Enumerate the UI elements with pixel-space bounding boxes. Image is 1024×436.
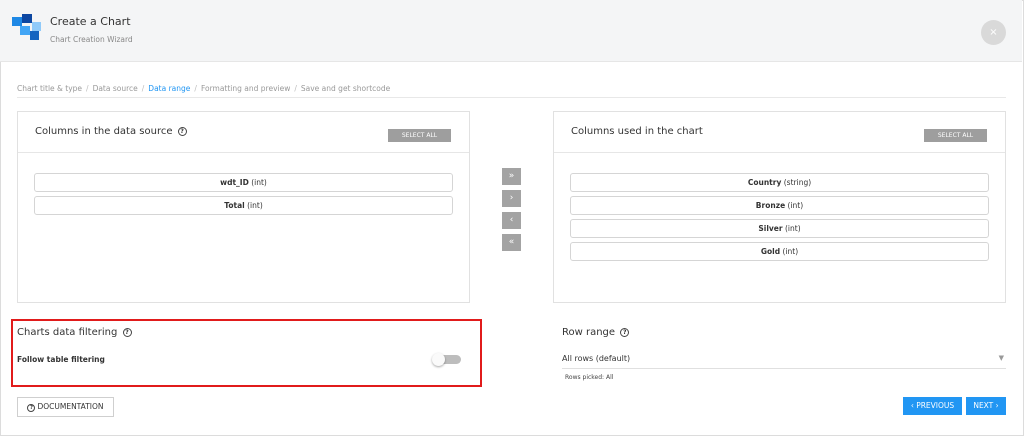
remove-column-button[interactable]: ‹ bbox=[502, 212, 521, 229]
breadcrumb-step-shortcode[interactable]: Save and get shortcode bbox=[301, 84, 390, 93]
breadcrumb-separator: / bbox=[141, 84, 145, 93]
remove-all-columns-button[interactable]: « bbox=[502, 234, 521, 251]
add-column-button[interactable]: › bbox=[502, 190, 521, 207]
toggle-knob bbox=[432, 353, 445, 366]
source-columns-list: wdt_ID (int) Total (int) bbox=[34, 173, 453, 219]
breadcrumb-separator: / bbox=[194, 84, 197, 93]
breadcrumb-step-data-source[interactable]: Data source bbox=[93, 84, 138, 93]
chart-columns-list: Country (string) Bronze (int) Silver (in… bbox=[570, 173, 989, 265]
source-columns-header: Columns in the data source ? SELECT ALL bbox=[18, 112, 469, 153]
chart-column-item[interactable]: Silver (int) bbox=[570, 219, 989, 238]
add-all-columns-button[interactable]: » bbox=[502, 168, 521, 185]
follow-table-filtering-label: Follow table filtering bbox=[17, 355, 105, 364]
wizard-header: Create a Chart Chart Creation Wizard × bbox=[0, 0, 1022, 62]
source-columns-title: Columns in the data source ? bbox=[35, 126, 187, 137]
breadcrumb-step-title-type[interactable]: Chart title & type bbox=[17, 84, 82, 93]
close-icon: × bbox=[989, 27, 998, 38]
question-circle-icon[interactable]: ? bbox=[122, 328, 132, 337]
documentation-button[interactable]: ? DOCUMENTATION bbox=[17, 397, 114, 417]
question-circle-icon[interactable]: ? bbox=[177, 127, 187, 136]
breadcrumb-step-formatting[interactable]: Formatting and preview bbox=[201, 84, 290, 93]
wizard-title: Create a Chart bbox=[50, 15, 131, 28]
question-circle-icon[interactable]: ? bbox=[620, 328, 630, 337]
breadcrumb-step-data-range[interactable]: Data range bbox=[148, 84, 190, 93]
chart-select-all-button[interactable]: SELECT ALL bbox=[924, 129, 987, 142]
source-select-all-button[interactable]: SELECT ALL bbox=[388, 129, 451, 142]
next-button[interactable]: NEXT › bbox=[966, 397, 1006, 415]
wizard-subtitle: Chart Creation Wizard bbox=[50, 35, 133, 44]
follow-table-filtering-toggle[interactable] bbox=[432, 353, 461, 366]
source-columns-panel: Columns in the data source ? SELECT ALL … bbox=[17, 111, 470, 303]
filtering-title: Charts data filtering ? bbox=[17, 327, 132, 338]
breadcrumb-separator: / bbox=[86, 84, 89, 93]
row-range-select[interactable]: All rows (default) ▼ bbox=[562, 351, 1006, 369]
close-button[interactable]: × bbox=[981, 20, 1006, 45]
chart-columns-title: Columns used in the chart bbox=[571, 126, 703, 137]
caret-down-icon: ▼ bbox=[998, 354, 1004, 362]
question-circle-icon: ? bbox=[27, 404, 36, 412]
source-column-item[interactable]: Total (int) bbox=[34, 196, 453, 215]
chart-column-item[interactable]: Bronze (int) bbox=[570, 196, 989, 215]
wizard-logo-icon bbox=[12, 14, 41, 40]
rows-picked-text: Rows picked: All bbox=[565, 374, 614, 381]
breadcrumb: Chart title & type / Data source / Data rang… bbox=[17, 84, 390, 93]
breadcrumb-separator: / bbox=[294, 84, 297, 93]
chart-columns-header: Columns used in the chart SELECT ALL bbox=[554, 112, 1005, 153]
row-range-selected-value: All rows (default) bbox=[562, 354, 631, 363]
chart-column-item[interactable]: Gold (int) bbox=[570, 242, 989, 261]
source-column-item[interactable]: wdt_ID (int) bbox=[34, 173, 453, 192]
chart-columns-panel: Columns used in the chart SELECT ALL Cou… bbox=[553, 111, 1006, 303]
previous-button[interactable]: ‹ PREVIOUS bbox=[903, 397, 962, 415]
breadcrumb-divider bbox=[17, 97, 1006, 98]
chart-column-item[interactable]: Country (string) bbox=[570, 173, 989, 192]
row-range-title: Row range ? bbox=[562, 327, 630, 338]
